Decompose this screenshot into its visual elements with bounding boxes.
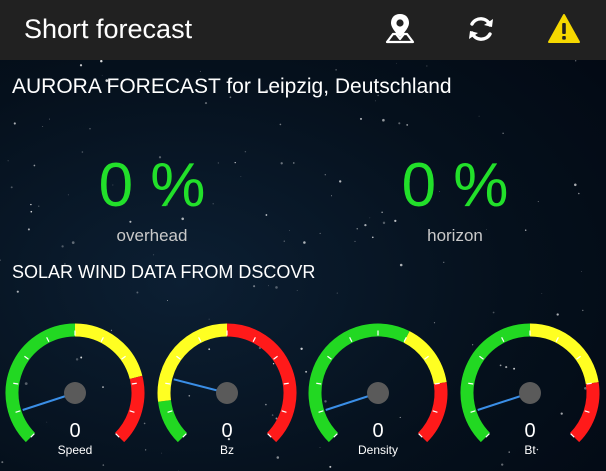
bt-gauge-segment — [529, 323, 599, 385]
horizon-label: horizon — [427, 226, 483, 245]
bt-gauge: 0 Bt — [455, 318, 605, 468]
density-value: 0 — [372, 420, 384, 442]
bz-label: Bz — [219, 443, 234, 457]
bz-gauge-tick — [283, 382, 289, 385]
bt-value: 0 — [524, 420, 536, 442]
bz-gauge-tick — [165, 382, 171, 385]
overhead-label: overhead — [116, 226, 188, 245]
bz-gauge-hub — [216, 382, 238, 404]
density-gauge-tick — [434, 382, 440, 385]
speed-gauge-segment — [74, 323, 143, 380]
solar-wind-heading: SOLAR WIND DATA FROM DSCOVR — [12, 262, 316, 282]
density-label: Density — [357, 443, 398, 457]
aurora-forecast-heading: AURORA FORECAST for Leipzig, Deutschland — [12, 75, 452, 98]
warning-button[interactable] — [546, 11, 582, 47]
speed-gauge-hub — [64, 382, 86, 404]
refresh-icon — [469, 17, 493, 41]
density-gauge: 0 Density — [303, 318, 453, 468]
bt-gauge-tick — [586, 382, 592, 385]
speed-label: Speed — [57, 443, 93, 457]
speed-gauge-tick — [13, 382, 19, 385]
refresh-button[interactable] — [463, 11, 499, 47]
page-title: Short forecast — [24, 14, 193, 44]
speed-gauge: 0 Speed — [0, 318, 150, 468]
density-gauge-tick — [316, 382, 322, 385]
density-gauge-segment — [403, 331, 447, 385]
speed-value: 0 — [69, 420, 81, 442]
bt-label: Bt — [524, 443, 536, 457]
bt-gauge-hub — [519, 382, 541, 404]
location-button[interactable] — [382, 11, 418, 47]
bt-gauge-tick — [468, 382, 474, 385]
speed-gauge-tick — [131, 382, 137, 385]
app-bar: Short forecast — [0, 0, 606, 60]
warning-icon — [548, 14, 580, 43]
bz-value: 0 — [221, 420, 233, 442]
bz-gauge: 0 Bz — [152, 318, 302, 468]
map-pin-icon — [385, 14, 415, 44]
density-gauge-hub — [367, 382, 389, 404]
horizon-percent: 0 % — [401, 151, 509, 220]
overhead-percent: 0 % — [98, 151, 206, 220]
